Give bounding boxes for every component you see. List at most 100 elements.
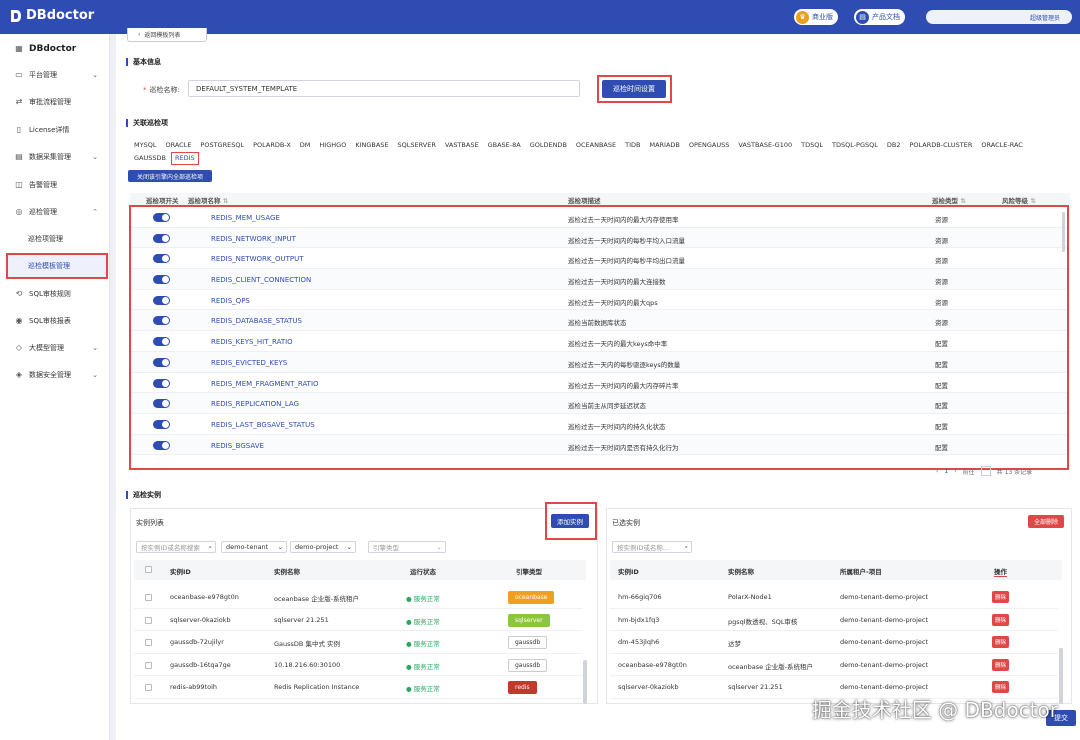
sidebar-item-llm[interactable]: ◇ 大模型管理 ⌄ xyxy=(0,335,110,361)
col-type[interactable]: 巡检类型 ⇅ xyxy=(932,195,966,205)
instance-list-scrollbar[interactable] xyxy=(583,660,587,704)
engine-tab[interactable]: TIDB xyxy=(621,139,644,152)
engine-tab[interactable]: SQLSERVER xyxy=(394,139,440,152)
chevron-up-icon: ⌃ xyxy=(92,208,98,216)
item-toggle-switch[interactable] xyxy=(153,233,170,243)
select-all-checkbox[interactable] xyxy=(145,566,152,573)
inspection-name-input[interactable]: DEFAULT_SYSTEM_TEMPLATE xyxy=(188,80,580,97)
sidebar-item-license[interactable]: ▯ License详情 xyxy=(0,117,110,143)
item-toggle-switch[interactable] xyxy=(153,213,170,222)
page-jump-input[interactable] xyxy=(980,466,991,476)
engine-tab[interactable]: DB2 xyxy=(883,139,905,152)
item-toggle-switch[interactable] xyxy=(153,295,170,305)
sidebar-item-inspection[interactable]: ◎ 巡检管理 ⌃ xyxy=(0,199,110,225)
instance-checkbox[interactable] xyxy=(145,639,152,646)
page-current[interactable]: 1 xyxy=(944,468,948,475)
sidebar-item-collect[interactable]: ▤ 数据采集管理 ⌄ xyxy=(0,144,110,170)
pagination: ‹ 1 › 前往 共 13 条记录 xyxy=(936,466,1032,476)
engine-tab[interactable]: OCEANBASE xyxy=(572,139,620,152)
engine-tab[interactable]: VASTBASE xyxy=(441,139,483,152)
remove-instance-button[interactable]: 删除 xyxy=(992,591,1010,603)
instance-search-input[interactable]: 按实例ID或名称搜索 ⌕ xyxy=(136,541,216,553)
item-toggle-switch[interactable] xyxy=(153,378,170,388)
engine-tab[interactable]: POLARDB-X xyxy=(249,139,295,152)
instance-row[interactable]: gaussdb-16tqa7ge 10.18.216.60:30100 ● 服务正常… xyxy=(134,654,582,676)
engine-tab[interactable]: ORACLE xyxy=(161,139,195,152)
items-scrollbar[interactable] xyxy=(1062,212,1065,252)
add-instance-button[interactable]: 添加实例 xyxy=(551,514,589,528)
engine-tab[interactable]: GAUSSDB xyxy=(130,152,170,165)
sidebar-item-inspection-items[interactable]: 巡检项管理 xyxy=(0,226,110,252)
item-toggle-switch[interactable] xyxy=(153,357,170,367)
project-select[interactable]: demo-project ⌄ xyxy=(290,541,356,553)
engine-tab[interactable]: ORACLE-RAC xyxy=(977,139,1026,152)
engine-tab[interactable]: KINGBASE xyxy=(351,139,392,152)
engine-tab[interactable]: POSTGRESQL xyxy=(196,139,248,152)
engine-tab[interactable]: VASTBASE-G100 xyxy=(734,139,796,152)
page-prev-button[interactable]: ‹ xyxy=(936,468,938,475)
sidebar-item-inspection-templates[interactable]: 巡检模板管理 xyxy=(6,253,108,279)
remove-instance-button[interactable]: 删除 xyxy=(992,636,1010,648)
edition-button[interactable]: ♛ 商业版 xyxy=(794,9,838,25)
engine-tab[interactable]: TDSQL-PGSQL xyxy=(828,139,882,152)
instance-checkbox[interactable] xyxy=(145,661,152,669)
instances-title: 巡检实例 xyxy=(126,491,161,499)
engine-tab[interactable]: GOLDENDB xyxy=(526,139,571,152)
engine-tab[interactable]: TDSQL xyxy=(797,139,827,152)
tenant-select[interactable]: demo-tenant ⌄ xyxy=(221,541,287,553)
sidebar-brand[interactable]: ▦ DBdoctor xyxy=(0,36,110,62)
sidebar-item-approval[interactable]: ⇄ 审批流程管理 xyxy=(0,89,110,115)
instance-checkbox[interactable] xyxy=(145,684,152,691)
instance-checkbox[interactable] xyxy=(145,616,152,624)
instance-row[interactable]: sqlserver-0kaziokb sqlserver 21.251 ● 服务正常… xyxy=(134,609,582,631)
remove-instance-button[interactable]: 删除 xyxy=(992,681,1010,693)
app-logo[interactable]: DBdoctor xyxy=(10,8,94,23)
inspection-time-button[interactable]: 巡检时间设置 xyxy=(602,80,666,98)
engine-tab[interactable]: OPENGAUSS xyxy=(685,139,734,152)
item-toggle-switch[interactable] xyxy=(153,440,170,450)
chevron-down-icon: ⌄ xyxy=(92,371,98,379)
remove-instance-button[interactable]: 删除 xyxy=(992,613,1010,626)
delete-all-button[interactable]: 全部删除 xyxy=(1028,515,1064,528)
sidebar-item-platform[interactable]: ▭ 平台管理 ⌄ xyxy=(0,62,110,88)
item-toggle-switch[interactable] xyxy=(153,399,170,409)
item-toggle-switch[interactable] xyxy=(153,254,170,264)
page-next-button[interactable]: › xyxy=(954,468,956,475)
sidebar-item-label: 告警管理 xyxy=(29,181,57,189)
instance-checkbox[interactable] xyxy=(145,594,152,601)
remove-instance-button[interactable]: 删除 xyxy=(992,658,1010,671)
item-toggle-switch[interactable] xyxy=(153,275,170,285)
engine-tab[interactable]: DM xyxy=(296,139,315,152)
watermark-text: 掘金技术社区 @ DBdoctor xyxy=(811,698,1058,722)
close-all-items-button[interactable]: 关闭该引擎内全部巡检项 xyxy=(128,170,212,182)
sidebar-item-security[interactable]: ◈ 数据安全管理 ⌄ xyxy=(0,362,110,388)
engine-type-select[interactable]: 引擎类型 ⌄ xyxy=(368,541,446,553)
engine-tab[interactable]: POLARDB-CLUSTER xyxy=(905,139,976,152)
docs-button[interactable]: ▤ 产品文档 xyxy=(854,9,905,25)
engine-tab[interactable]: MARIADB xyxy=(645,139,683,152)
instance-list-body: oceanbase-e978gt0n oceanbase 企业版-系统租户 ● 服务… xyxy=(134,586,586,704)
instance-row[interactable]: gaussdb-72ujilyr GaussDB 集中式 实例 ● 服务正常 gaus… xyxy=(134,631,582,654)
col-risk[interactable]: 风险等级 ⇅ xyxy=(1002,195,1036,205)
item-desc: 巡检过去一天时间内的最大连接数 xyxy=(568,278,666,287)
sidebar-item-sql-report[interactable]: ◉ SQL审核报表 xyxy=(0,308,110,334)
flow-icon: ⇄ xyxy=(15,97,23,106)
sidebar-item-label: SQL审核报表 xyxy=(29,317,71,325)
item-toggle-switch[interactable] xyxy=(153,419,170,429)
sidebar-item-sql-rules[interactable]: ⟲ SQL审核规则 xyxy=(0,281,110,307)
selected-search-input[interactable]: 按实例ID或名称... ⌕ xyxy=(612,541,692,553)
instance-row[interactable]: redis-ab99toih Redis Replication Instance… xyxy=(134,676,582,699)
engine-tab[interactable]: MYSQL xyxy=(130,139,160,152)
engine-tab[interactable]: REDIS xyxy=(170,152,199,165)
col-name[interactable]: 巡检项名称 ⇅ xyxy=(188,195,228,205)
back-label: 返回模板列表 xyxy=(144,32,181,39)
item-toggle-switch[interactable] xyxy=(153,337,170,347)
selected-list-scrollbar[interactable] xyxy=(1059,648,1063,704)
engine-tab[interactable]: GBASE-8A xyxy=(484,139,525,152)
sidebar-item-alarm[interactable]: ◫ 告警管理 xyxy=(0,172,110,198)
user-menu[interactable]: 超级管理员 xyxy=(926,10,1072,24)
item-toggle-switch[interactable] xyxy=(153,316,170,326)
instance-row[interactable]: oceanbase-e978gt0n oceanbase 企业版-系统租户 ● 服务… xyxy=(134,586,582,609)
engine-tab[interactable]: HIGHGO xyxy=(315,139,350,152)
back-to-templates-button[interactable]: ‹ 返回模板列表 xyxy=(127,28,207,42)
